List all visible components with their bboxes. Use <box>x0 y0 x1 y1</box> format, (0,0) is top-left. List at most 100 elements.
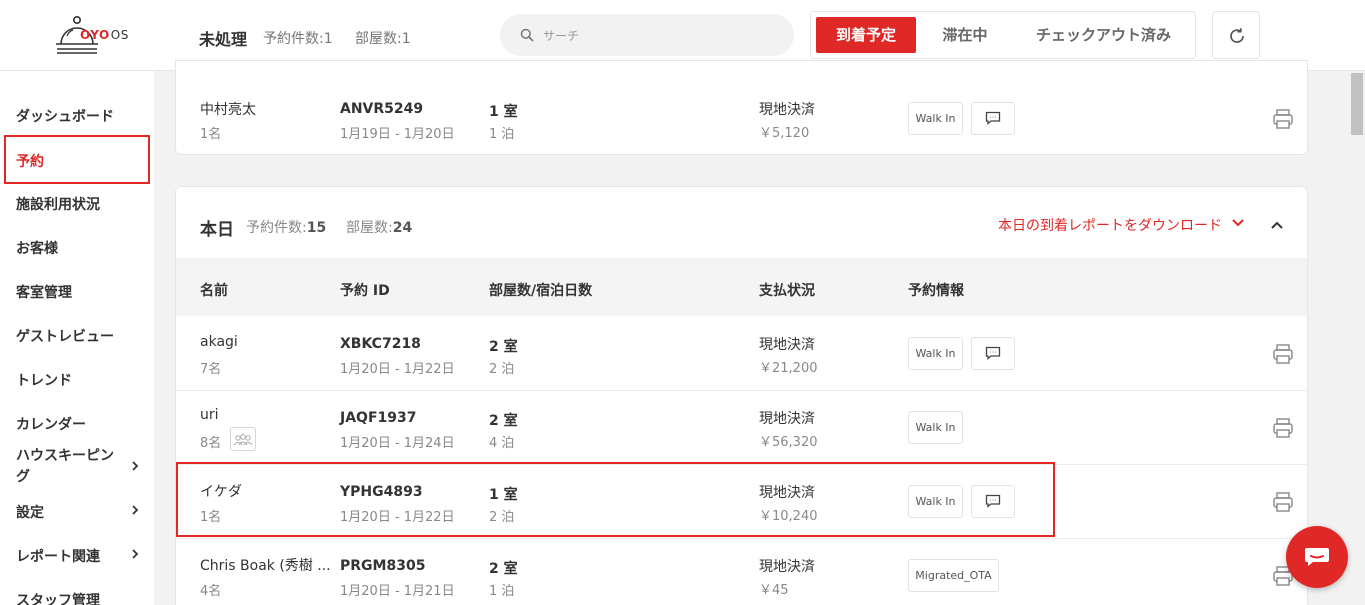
sidebar-item-guests[interactable]: お客様 <box>16 238 58 258</box>
payment-amount: ￥45 <box>759 583 789 598</box>
stay-dates: 1月19日 - 1月20日 <box>340 127 455 142</box>
print-icon[interactable] <box>1272 491 1294 513</box>
guest-name[interactable]: 中村亮太 <box>200 99 256 119</box>
pending-booking-count: 予約件数:1 <box>263 31 333 47</box>
today-bookings-card: 本日 予約件数:15 部屋数:24 本日の到着レポートをダウンロード 名前 予約… <box>175 186 1308 605</box>
sidebar-item-reviews[interactable]: ゲストレビュー <box>16 326 114 346</box>
sidebar-item-rooms[interactable]: 客室管理 <box>16 282 72 302</box>
print-icon[interactable] <box>1272 108 1294 130</box>
selected-row-highlight <box>176 462 1055 537</box>
column-header-booking-info: 予約情報 <box>908 283 964 299</box>
pending-booking-card: 中村亮太 1名 ANVR5249 1月19日 - 1月20日 1 室 1 泊 現… <box>175 60 1308 155</box>
sidebar-item-calendar[interactable]: カレンダー <box>16 414 86 434</box>
stay-dates: 1月20日 - 1月22日 <box>340 362 455 377</box>
chevron-right-icon <box>132 461 139 471</box>
walk-in-badge: Walk In <box>908 337 963 370</box>
guest-count: 7名 <box>200 362 222 377</box>
guest-count: 4名 <box>200 584 222 599</box>
print-icon[interactable] <box>1272 343 1294 365</box>
booking-id[interactable]: PRGM8305 <box>340 558 425 574</box>
sidebar-item-housekeeping[interactable]: ハウスキーピング <box>16 446 126 488</box>
chevron-up-icon[interactable] <box>1270 218 1284 232</box>
scrollbar-track[interactable] <box>1349 71 1365 605</box>
arrival-status-tabs: 到着予定 滞在中 チェックアウト済み <box>810 11 1196 59</box>
search-icon <box>520 28 534 42</box>
room-count: 2 室 <box>489 413 518 429</box>
night-count: 4 泊 <box>489 436 515 451</box>
guest-count: 1名 <box>200 127 222 142</box>
search-input[interactable]: サーチ <box>500 14 794 56</box>
chat-bubble-icon <box>985 111 1001 125</box>
payment-status: 現地決済 <box>759 337 815 353</box>
today-room-count: 部屋数:24 <box>346 217 412 237</box>
payment-status: 現地決済 <box>759 102 815 118</box>
sidebar-item-occupancy[interactable]: 施設利用状況 <box>16 194 100 214</box>
row-divider <box>176 390 1307 391</box>
tab-arriving[interactable]: 到着予定 <box>816 17 916 53</box>
logo-os-text: OS <box>110 28 129 42</box>
payment-amount: ￥56,320 <box>759 435 818 450</box>
column-header-rooms-nights: 部屋数/宿泊日数 <box>489 283 593 299</box>
group-guests-icon <box>230 427 256 451</box>
booking-count-label: 予約件数: <box>246 220 307 236</box>
search-placeholder: サーチ <box>543 29 580 43</box>
chevron-right-icon <box>132 505 139 515</box>
logo-brand-text: OYO <box>80 28 110 42</box>
night-count: 1 泊 <box>489 584 515 599</box>
page-title: 未処理 <box>199 30 248 49</box>
refresh-button[interactable] <box>1212 11 1260 59</box>
message-button[interactable] <box>971 102 1015 135</box>
sidebar-item-reports[interactable]: レポート関連 <box>16 546 100 566</box>
print-icon[interactable] <box>1272 417 1294 439</box>
guest-name[interactable]: Chris Boak (秀樹 ... <box>200 555 330 575</box>
night-count: 2 泊 <box>489 362 515 377</box>
booking-id[interactable]: ANVR5249 <box>340 101 423 117</box>
chat-icon <box>1305 548 1329 566</box>
room-count: 2 室 <box>489 561 518 577</box>
payment-status: 現地決済 <box>759 411 815 427</box>
guest-name[interactable]: uri <box>200 407 219 423</box>
room-count: 1 室 <box>489 104 518 120</box>
sidebar-item-trends[interactable]: トレンド <box>16 370 72 390</box>
today-booking-count: 予約件数:15 <box>246 217 326 237</box>
night-count: 1 泊 <box>489 127 515 142</box>
booking-count-value: 15 <box>306 220 327 236</box>
oyo-os-logo[interactable]: OYOOS <box>52 14 132 58</box>
tab-in-house[interactable]: 滞在中 <box>929 17 1001 53</box>
guest-name[interactable]: akagi <box>200 334 238 350</box>
sidebar-item-dashboard[interactable]: ダッシュボード <box>16 106 114 126</box>
section-title: 本日 <box>200 220 234 240</box>
booking-id[interactable]: JAQF1937 <box>340 410 416 426</box>
walk-in-badge: Walk In <box>908 411 963 444</box>
row-divider <box>176 538 1307 539</box>
table-header: 名前 予約 ID 部屋数/宿泊日数 支払状況 予約情報 <box>176 258 1307 316</box>
sidebar-item-staff[interactable]: スタッフ管理 <box>16 590 100 605</box>
message-button[interactable] <box>971 337 1015 370</box>
download-report-link[interactable]: 本日の到着レポートをダウンロード <box>998 215 1222 235</box>
sidebar-item-settings[interactable]: 設定 <box>16 502 44 522</box>
guest-count: 8名 <box>200 436 222 451</box>
booking-id[interactable]: XBKC7218 <box>340 336 421 352</box>
payment-amount: ￥5,120 <box>759 126 810 141</box>
column-header-payment: 支払状況 <box>759 283 815 299</box>
tab-checked-out[interactable]: チェックアウト済み <box>1021 17 1186 53</box>
chevron-down-icon[interactable] <box>1231 216 1245 230</box>
refresh-icon <box>1230 28 1244 43</box>
column-header-name: 名前 <box>200 283 228 299</box>
scrollbar-thumb[interactable] <box>1351 73 1363 135</box>
room-count-label: 部屋数: <box>346 220 393 236</box>
logo-wordmark: OYOOS <box>80 28 129 42</box>
stay-dates: 1月20日 - 1月21日 <box>340 584 455 599</box>
migrated-ota-badge: Migrated_OTA <box>908 559 999 592</box>
stay-dates: 1月20日 - 1月24日 <box>340 436 455 451</box>
payment-amount: ￥21,200 <box>759 361 818 376</box>
pending-room-count: 部屋数:1 <box>355 31 411 47</box>
sidebar-nav: ダッシュボード 予約 施設利用状況 お客様 客室管理 ゲストレビュー トレンド … <box>0 71 154 605</box>
chat-bubble-icon <box>985 346 1001 360</box>
column-header-booking-id: 予約 ID <box>340 283 390 299</box>
support-chat-button[interactable] <box>1286 526 1348 588</box>
payment-status: 現地決済 <box>759 559 815 575</box>
room-count-value: 24 <box>392 220 413 236</box>
sidebar-item-reservations-label: 予約 <box>16 154 44 170</box>
walk-in-badge: Walk In <box>908 102 963 135</box>
